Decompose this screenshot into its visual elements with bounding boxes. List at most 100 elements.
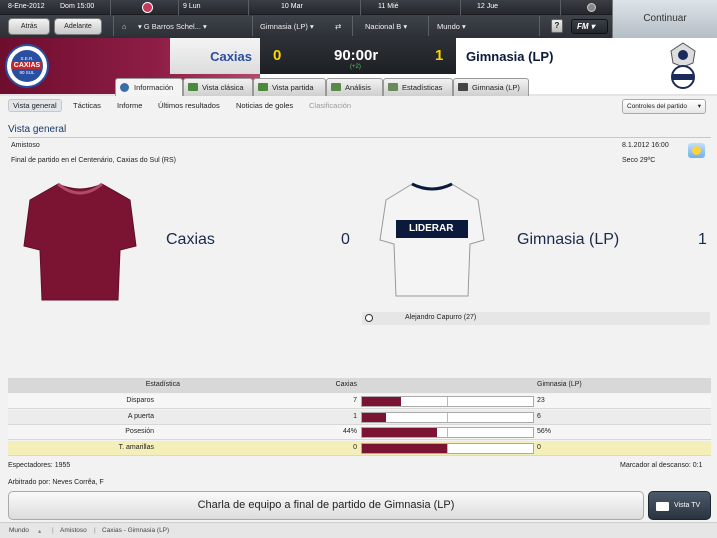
world-select-label: Mundo [437,22,460,31]
forward-button[interactable]: Adelante [54,18,102,35]
stat-row: T. amarillas 0 0 [8,440,711,456]
stats-header-row: Estadística Caxias Gimnasia (LP) [8,378,711,393]
stat-bar-fill [362,443,448,453]
tab-analisis[interactable]: Análisis [326,78,383,96]
stats-header-label: Estadística [145,381,180,388]
tv-view-label: Vista TV [674,502,701,509]
stat-home-value: 44% [342,428,357,435]
tv-view-button[interactable]: Vista TV [648,491,711,520]
stat-away-value: 56% [537,428,552,435]
calendar-day-11[interactable]: 11 Mié [378,3,399,10]
continue-button[interactable]: Continuar [612,0,717,38]
stat-away-value: 6 [537,412,541,420]
away-shirt [379,182,485,297]
fm-menu-button[interactable]: FM ▾ [571,19,608,34]
home-icon[interactable]: ⌂ [122,18,127,35]
stats-icon [388,83,398,91]
tab-analisis-label: Análisis [345,83,371,92]
tab-informacion-label: Información [134,83,174,92]
tv-icon [656,502,669,511]
calendar-day-9[interactable]: 9 Lun [183,3,201,10]
match-day-icon [142,2,153,13]
stat-bar-fill [362,397,402,406]
header-away-score: 1 [435,47,444,64]
away-team-name: Gimnasia (LP) [517,231,620,248]
score-bar: 0 90:00r (+2) 1 [260,38,456,74]
section-title: Vista general [8,124,67,135]
breadcrumb-amistoso[interactable]: Amistoso [60,527,87,534]
team-talk-button[interactable]: Charla de equipo a final de partido de G… [8,491,644,520]
stat-row: Disparos 7 23 [8,394,711,409]
home-team-block: Caxias [170,38,260,74]
tab-estadisticas-label: Estadísticas [402,83,443,92]
header-away-team: Gimnasia (LP) [466,49,554,64]
league-select-label: Nacional B [365,22,402,31]
stats-header-away: Gimnasia (LP) [537,381,582,388]
subnav-informe[interactable]: Informe [117,101,142,110]
weather-icon [688,143,705,158]
home-team-score: 0 [341,231,350,248]
stat-label: Posesión [125,428,154,435]
fm-label: FM [577,22,589,31]
team-select-label: Gimnasia (LP) [260,22,308,31]
breadcrumb-mundo[interactable]: Mundo [9,527,29,534]
stat-bar-fill [362,428,438,437]
home-badge: S.E.R. CAXIAS 90 SUL [5,44,49,88]
tab-estadisticas[interactable]: Estadísticas [383,78,453,96]
subnav-ultimos-resultados[interactable]: Últimos resultados [158,101,220,110]
stat-bar [361,411,534,423]
pitch-icon [258,83,268,91]
stat-bar-fill [362,412,386,422]
team-dropdown[interactable]: Gimnasia (LP) ▾ [260,18,314,35]
subnav-vista-general[interactable]: Vista general [8,99,62,112]
subnav-tacticas[interactable]: Tácticas [73,101,101,110]
attendance: Espectadores: 1955 [8,462,71,469]
tab-gimnasia[interactable]: Gimnasia (LP) [453,78,529,96]
weather-label: Seco 29ºC [622,157,656,164]
pitch-icon [188,83,198,91]
tab-vista-partida[interactable]: Vista partida [253,78,326,96]
subnav-clasificacion: Clasificación [309,101,352,110]
stat-bar [361,427,534,438]
tab-informacion[interactable]: Información [115,78,183,97]
referee: Arbitrado por: Neves Corrêa, F [8,479,104,486]
breadcrumb-match[interactable]: Caxias - Gimnasia (LP) [102,527,169,534]
world-dropdown[interactable]: Mundo ▾ [437,18,466,35]
match-datetime: 8.1.2012 16:00 [622,142,669,149]
help-button[interactable]: ? [551,19,563,33]
away-team-block: Gimnasia (LP) [456,38,606,74]
breadcrumb: Mundo ▴ | Amistoso | Caxias - Gimnasia (… [0,522,717,538]
calendar-day-12[interactable]: 12 Jue [477,3,498,10]
tab-vista-partida-label: Vista partida [272,83,314,92]
goal-ball-icon [365,314,373,322]
swap-icon[interactable]: ⇄ [335,18,341,35]
info-icon [120,83,129,92]
header-home-score: 0 [273,47,282,64]
calendar-strip[interactable]: 8-Ene-2012 Dom 15:00 9 Lun 10 Mar 11 Mié… [0,0,612,15]
home-shirt [23,182,137,301]
match-controls-dropdown[interactable]: Controles del partido ▾ [622,99,706,114]
halftime-score: Marcador al descanso: 0:1 [620,462,703,469]
stat-row: A puerta 1 6 [8,409,711,425]
back-button[interactable]: Atrás [8,18,50,35]
top-bar: 8-Ene-2012 Dom 15:00 9 Lun 10 Mar 11 Mié… [0,0,717,38]
forward-label: Adelante [64,23,92,30]
stat-home-value: 1 [353,412,357,420]
tab-vista-clasica-label: Vista clásica [202,83,244,92]
league-dropdown[interactable]: Nacional B ▾ [365,18,407,35]
stat-bar [361,396,534,407]
manager-dropdown[interactable]: ▾ G Barros Schel... ▾ [138,18,207,35]
tab-vista-clasica[interactable]: Vista clásica [183,78,253,96]
manager-label: G Barros Schel... [143,22,201,31]
analysis-icon [331,83,341,91]
calendar-scroll-icon[interactable] [587,3,596,12]
calendar-day-10[interactable]: 10 Mar [281,3,303,10]
match-controls-label: Controles del partido [627,103,687,110]
goal-scorer: Alejandro Capurro (27) [405,314,477,321]
stat-row: Posesión 44% 56% [8,425,711,440]
stats-header-home: Caxias [335,381,357,388]
subnav-noticias-goles[interactable]: Noticias de goles [236,101,293,110]
stat-away-value: 23 [537,397,545,404]
added-time: (+2) [350,64,361,70]
match-description: Final de partido en el Centenário, Caxia… [11,157,176,164]
